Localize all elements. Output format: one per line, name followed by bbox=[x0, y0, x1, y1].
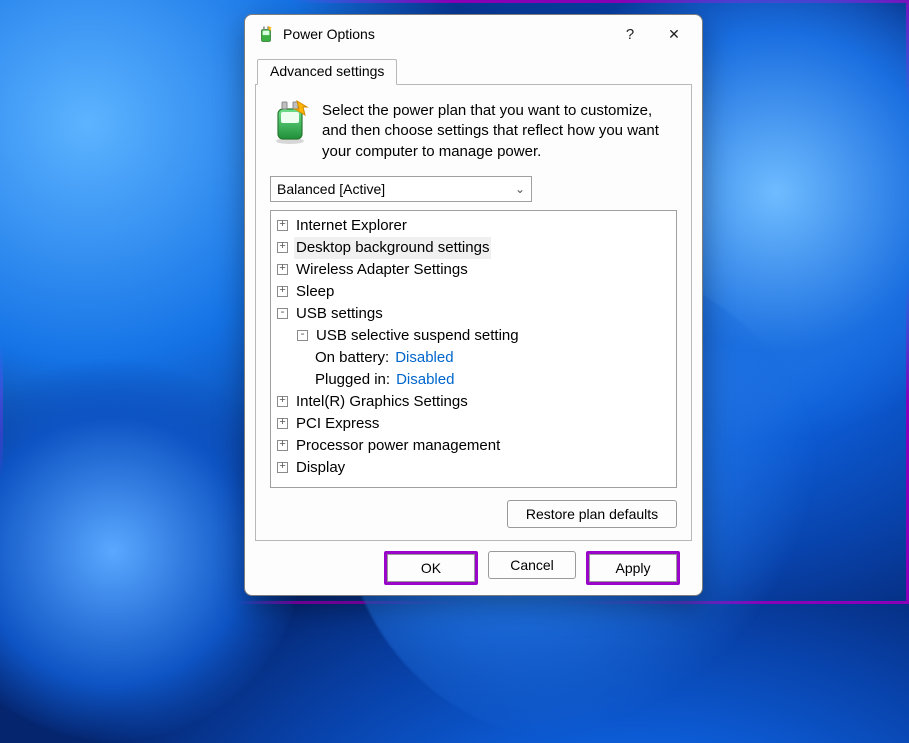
tree-node-wireless-adapter[interactable]: + Wireless Adapter Settings bbox=[273, 259, 674, 281]
tree-leaf-on-battery[interactable]: On battery: Disabled bbox=[273, 347, 674, 369]
expand-icon[interactable]: + bbox=[277, 462, 288, 473]
tree-node-sleep[interactable]: + Sleep bbox=[273, 281, 674, 303]
power-plan-select[interactable]: Balanced [Active] ⌄ bbox=[270, 176, 532, 202]
tabstrip: Advanced settings bbox=[255, 59, 692, 85]
battery-power-icon bbox=[270, 99, 310, 145]
restore-plan-defaults-button[interactable]: Restore plan defaults bbox=[507, 500, 677, 528]
tree-node-internet-explorer[interactable]: + Internet Explorer bbox=[273, 215, 674, 237]
tree-node-desktop-background[interactable]: + Desktop background settings bbox=[273, 237, 674, 259]
expand-icon[interactable]: + bbox=[277, 242, 288, 253]
tree-node-usb-selective-suspend[interactable]: - USB selective suspend setting bbox=[273, 325, 674, 347]
window-title: Power Options bbox=[283, 26, 608, 42]
expand-icon[interactable]: + bbox=[277, 440, 288, 451]
on-battery-value[interactable]: Disabled bbox=[395, 347, 453, 369]
collapse-icon[interactable]: - bbox=[297, 330, 308, 341]
tree-leaf-plugged-in[interactable]: Plugged in: Disabled bbox=[273, 369, 674, 391]
highlight-ok: OK bbox=[384, 551, 478, 585]
tree-node-usb-settings[interactable]: - USB settings bbox=[273, 303, 674, 325]
collapse-icon[interactable]: - bbox=[277, 308, 288, 319]
apply-button[interactable]: Apply bbox=[589, 554, 677, 582]
dialog-button-row: OK Cancel Apply bbox=[255, 541, 692, 585]
titlebar[interactable]: Power Options ? ✕ bbox=[245, 15, 702, 53]
tree-node-display[interactable]: + Display bbox=[273, 457, 674, 479]
chevron-down-icon: ⌄ bbox=[515, 182, 525, 196]
power-plan-selected: Balanced [Active] bbox=[277, 181, 385, 197]
cancel-button[interactable]: Cancel bbox=[488, 551, 576, 579]
tab-panel: Select the power plan that you want to c… bbox=[255, 84, 692, 541]
expand-icon[interactable]: + bbox=[277, 264, 288, 275]
client-area: Advanced settings bbox=[245, 53, 702, 595]
tree-node-pci-express[interactable]: + PCI Express bbox=[273, 413, 674, 435]
tree-node-intel-graphics[interactable]: + Intel(R) Graphics Settings bbox=[273, 391, 674, 413]
ok-button[interactable]: OK bbox=[387, 554, 475, 582]
power-options-icon bbox=[257, 25, 275, 43]
tree-node-processor-power[interactable]: + Processor power management bbox=[273, 435, 674, 457]
plugged-in-value[interactable]: Disabled bbox=[396, 369, 454, 391]
expand-icon[interactable]: + bbox=[277, 220, 288, 231]
intro-row: Select the power plan that you want to c… bbox=[270, 99, 677, 162]
power-options-dialog: Power Options ? ✕ Advanced settings bbox=[244, 14, 703, 596]
expand-icon[interactable]: + bbox=[277, 418, 288, 429]
highlight-apply: Apply bbox=[586, 551, 680, 585]
close-button[interactable]: ✕ bbox=[652, 26, 696, 43]
intro-text: Select the power plan that you want to c… bbox=[322, 99, 677, 162]
expand-icon[interactable]: + bbox=[277, 396, 288, 407]
settings-tree[interactable]: + Internet Explorer + Desktop background… bbox=[270, 210, 677, 488]
expand-icon[interactable]: + bbox=[277, 286, 288, 297]
help-button[interactable]: ? bbox=[608, 26, 652, 43]
tab-advanced-settings[interactable]: Advanced settings bbox=[257, 59, 397, 85]
